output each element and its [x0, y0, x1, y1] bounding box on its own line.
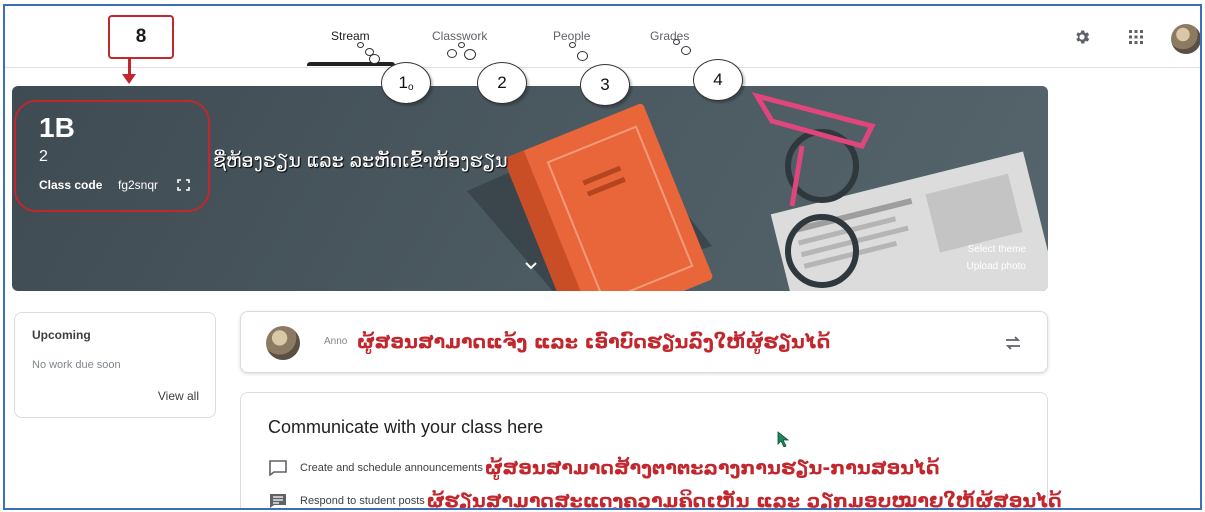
annotation-dot: [458, 42, 465, 48]
mouse-cursor-icon: [777, 431, 790, 447]
tab-people[interactable]: People: [553, 29, 590, 43]
schedule-annotation: ຜູ້ສອນສາມາດສ້າງຕາຕະລາງການຮຽນ-ການສອນໄດ້: [484, 457, 940, 479]
annotation-dot: [673, 39, 680, 45]
annotation-number: 3: [600, 75, 610, 94]
upcoming-card: Upcoming No work due soon View all: [14, 312, 216, 418]
annotation-bubble-2: 2: [477, 62, 527, 104]
view-all-link[interactable]: View all: [158, 389, 199, 403]
apps-grid-icon[interactable]: [1123, 24, 1149, 50]
annotation-dot: [357, 42, 364, 48]
annotation-number: 2: [497, 73, 507, 92]
annotation-dot: [464, 49, 476, 60]
tab-classwork[interactable]: Classwork: [432, 29, 487, 43]
upcoming-empty-text: No work due soon: [32, 359, 121, 371]
avatar: [266, 326, 300, 360]
callout-arrow: [122, 74, 136, 84]
upcoming-title: Upcoming: [32, 328, 91, 342]
chevron-down-icon[interactable]: [524, 261, 538, 271]
annotation-dot: [369, 54, 380, 64]
annotation-dot: [447, 49, 457, 58]
communicate-row-text: Respond to student posts: [300, 495, 425, 507]
annotation-bubble-4: 4: [693, 59, 743, 101]
class-name: 1B: [39, 112, 75, 143]
tab-grades[interactable]: Grades: [650, 29, 689, 43]
select-theme-link[interactable]: Select theme: [968, 244, 1026, 255]
announce-box[interactable]: Anno ຜູ້ສອນສາມາດແຈ້ງ ແລະ ເອົາບົດຮຽນລົງໃຫ…: [240, 311, 1048, 373]
class-code-label: Class code: [39, 178, 103, 192]
callout-number: 8: [135, 26, 147, 47]
annotation-dot: [577, 51, 588, 61]
annotation-dot: [681, 46, 691, 55]
communicate-title: Communicate with your class here: [268, 417, 544, 437]
annotation-number: 1: [398, 73, 408, 92]
screenshot-frame: Stream Classwork People Grades 1o 2 3 4 …: [3, 4, 1202, 510]
comment-icon: [270, 494, 286, 508]
chat-bubble-icon: [269, 460, 287, 476]
annotation-number: 4: [713, 70, 723, 89]
communicate-row: Create and schedule announcements ຜູ້ສອນ…: [268, 457, 940, 479]
annotation-dot: [569, 42, 576, 48]
annotation-sub: o: [407, 81, 414, 93]
active-tab-indicator: [307, 62, 395, 66]
communicate-card: Communicate with your class here Create …: [240, 392, 1062, 508]
annotation-callout-8: 8: [108, 15, 174, 59]
annotation-bubble-3: 3: [580, 64, 630, 106]
communicate-row-text: Create and schedule announcements: [300, 462, 483, 474]
class-section: 2: [39, 148, 48, 165]
top-bar: Stream Classwork People Grades: [5, 6, 1200, 68]
banner-annotation: ຊື່ຫ້ອງຮຽນ ແລະ ລະຫັດເຂົ້າຫ້ອງຮຽນ: [213, 150, 508, 172]
respond-annotation: ຜູ້ຮຽນສາມາດສະແດງຄວາມຄິດເຫັນ ແລະ ວຽກມອບໝາ…: [426, 490, 1062, 510]
repost-icon[interactable]: [1003, 334, 1023, 352]
announce-annotation: ຜູ້ສອນສາມາດແຈ້ງ ແລະ ເອົາບົດຮຽນລົງໃຫ້ຜູ້ຮ…: [357, 331, 831, 353]
communicate-row: Respond to student posts ຜູ້ຮຽນສາມາດສະແດ…: [268, 490, 1062, 510]
class-banner: 1B 2 Class code fg2snqr ຊື່ຫ້ອງຮຽນ ແລະ ລ…: [12, 86, 1048, 291]
announce-placeholder: Anno: [324, 336, 348, 347]
fullscreen-icon[interactable]: [177, 179, 190, 191]
class-code-value: fg2snqr: [118, 178, 159, 192]
upload-photo-link[interactable]: Upload photo: [967, 261, 1027, 272]
tab-stream[interactable]: Stream: [331, 29, 370, 43]
gear-icon[interactable]: [1069, 24, 1095, 50]
annotation-bubble-1: 1o: [381, 62, 431, 104]
user-avatar[interactable]: [1171, 24, 1200, 54]
